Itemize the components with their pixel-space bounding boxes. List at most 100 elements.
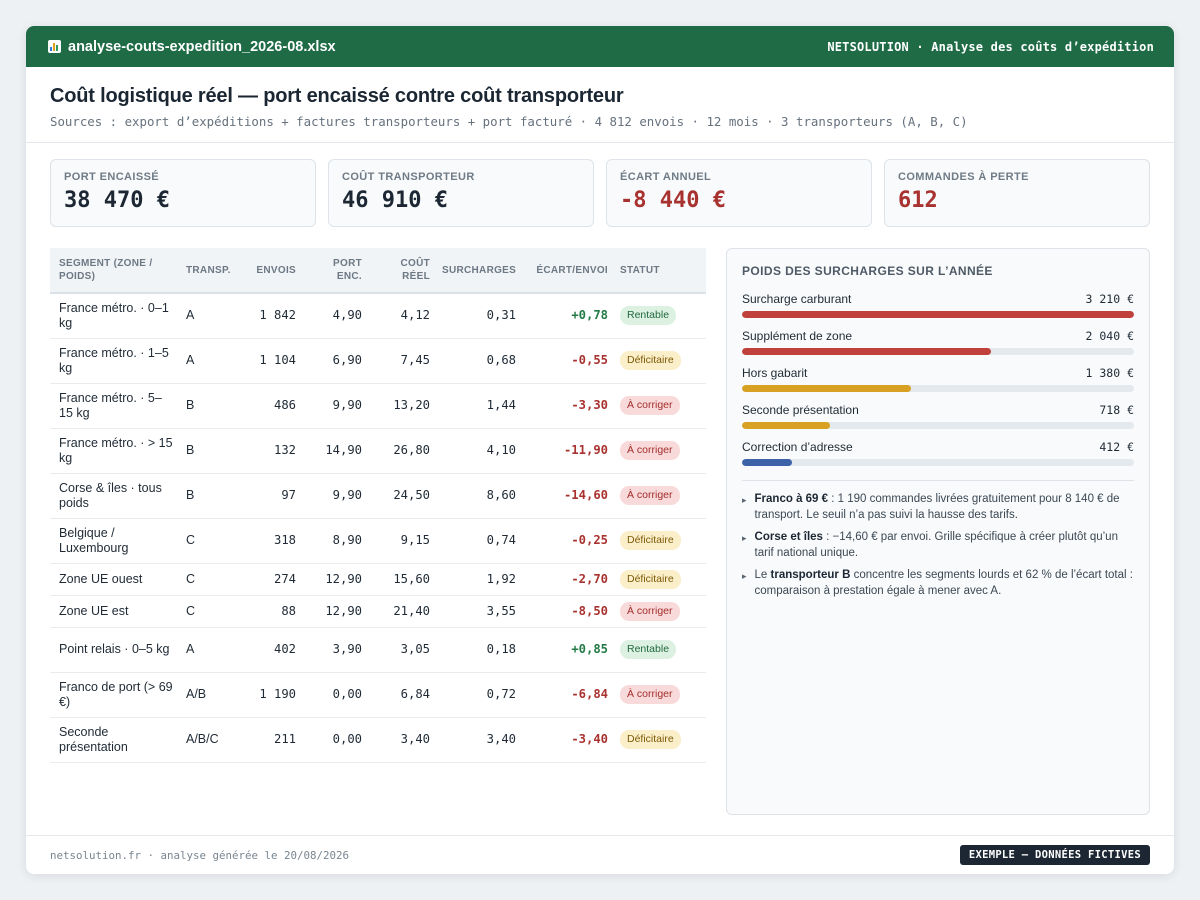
table-row[interactable]: France métro. · 5–15 kg B 486 9,90 13,20 1,44… bbox=[50, 383, 706, 429]
shipments-cell: 1 190 bbox=[240, 672, 302, 718]
insight-notes: ▸ Franco à 69 € : 1 190 commandes livrées… bbox=[742, 491, 1134, 599]
surcharge-bar-track bbox=[742, 459, 1134, 466]
bullet-arrow-icon: ▸ bbox=[742, 495, 747, 505]
table-row[interactable]: Seconde présentation A/B/C 211 0,00 3,40 3,40… bbox=[50, 717, 706, 763]
sample-data-badge: EXEMPLE — DONNÉES FICTIVES bbox=[959, 845, 1150, 865]
column-header[interactable]: TRANSP. bbox=[180, 248, 240, 294]
table-header-row: SEGMENT (ZONE / POIDS) TRANSP. ENVOIS PO… bbox=[50, 248, 706, 294]
carrier-cell: B bbox=[180, 428, 240, 474]
real-cost-cell: 21,40 bbox=[368, 595, 436, 628]
segment-cell: Belgique / Luxembourg bbox=[50, 518, 180, 564]
table-row[interactable]: Corse & îles · tous poids B 97 9,90 24,50 8,6… bbox=[50, 473, 706, 519]
gap-cell: -14,60 bbox=[522, 473, 614, 519]
surcharges-panel: POIDS DES SURCHARGES SUR L’ANNÉE Surchar… bbox=[726, 248, 1150, 815]
real-cost-cell: 13,20 bbox=[368, 383, 436, 429]
surcharge-bars: Surcharge carburant 3 210 € Supplément de … bbox=[742, 292, 1134, 466]
real-cost-cell: 24,50 bbox=[368, 473, 436, 519]
table-row[interactable]: Zone UE ouest C 274 12,90 15,60 1,92 -2,70 Défi… bbox=[50, 563, 706, 596]
real-cost-cell: 6,84 bbox=[368, 672, 436, 718]
status-badge: Déficitaire bbox=[620, 569, 681, 589]
real-cost-cell: 3,05 bbox=[368, 627, 436, 673]
table-row[interactable]: Belgique / Luxembourg C 318 8,90 9,15 0,74 -0,… bbox=[50, 518, 706, 564]
carrier-cell: B bbox=[180, 473, 240, 519]
real-cost-cell: 4,12 bbox=[368, 293, 436, 339]
table-row[interactable]: Franco de port (> 69 €) A/B 1 190 0,00 6,84 0… bbox=[50, 672, 706, 718]
column-header[interactable]: ENVOIS bbox=[240, 248, 302, 294]
status-badge: À corriger bbox=[620, 486, 680, 505]
surcharge-bar-fill bbox=[742, 348, 992, 355]
note-text: Franco à 69 € : 1 190 commandes livrées … bbox=[755, 491, 1134, 523]
gap-cell: +0,85 bbox=[522, 627, 614, 673]
shipments-cell: 274 bbox=[240, 563, 302, 596]
column-header[interactable]: SEGMENT (ZONE / POIDS) bbox=[50, 248, 180, 294]
surcharge-row: Correction d’adresse 412 € bbox=[742, 440, 1134, 466]
surcharge-bar-fill bbox=[742, 385, 911, 392]
title-bar: analyse-couts-expedition_2026-08.xlsx NE… bbox=[26, 26, 1174, 67]
kpi-row: PORT ENCAISSÉ 38 470 € COÛT TRANSPORTEUR… bbox=[50, 159, 1150, 227]
surcharges-cell: 8,60 bbox=[436, 473, 522, 519]
status-badge: Rentable bbox=[620, 640, 677, 659]
surcharge-label: Surcharge carburant bbox=[742, 292, 852, 306]
insight-note: ▸ Corse et îles : −14,60 € par envoi. Gri… bbox=[742, 529, 1134, 561]
surcharges-cell: 4,10 bbox=[436, 428, 522, 474]
column-header[interactable]: PORT ENC. bbox=[302, 248, 368, 294]
carrier-cell: A bbox=[180, 627, 240, 673]
table-row[interactable]: France métro. · > 15 kg B 132 14,90 26,80 4,1… bbox=[50, 428, 706, 474]
real-cost-cell: 26,80 bbox=[368, 428, 436, 474]
kpi-label: COMMANDES À PERTE bbox=[898, 171, 1029, 183]
status-cell: Rentable bbox=[614, 627, 706, 673]
surcharge-label: Supplément de zone bbox=[742, 329, 853, 343]
segment-cell: Corse & îles · tous poids bbox=[50, 473, 180, 519]
note-text: Le transporteur B concentre les segments… bbox=[755, 567, 1134, 599]
status-cell: À corriger bbox=[614, 473, 706, 519]
bullet-arrow-icon: ▸ bbox=[742, 533, 747, 543]
gap-cell: -3,40 bbox=[522, 717, 614, 763]
table-row[interactable]: Zone UE est C 88 12,90 21,40 3,55 -8,50 À corri… bbox=[50, 595, 706, 628]
status-cell: Déficitaire bbox=[614, 338, 706, 384]
gap-cell: -0,55 bbox=[522, 338, 614, 384]
page-header: Coût logistique réel — port encaissé con… bbox=[26, 67, 1174, 143]
surcharge-amount: 412 € bbox=[1099, 440, 1134, 454]
status-badge: À corriger bbox=[620, 601, 680, 621]
surcharges-cell: 0,68 bbox=[436, 338, 522, 384]
kpi-value: 46 910 € bbox=[342, 188, 448, 213]
gap-cell: -3,30 bbox=[522, 383, 614, 429]
port-cell: 12,90 bbox=[302, 563, 368, 596]
segment-cell: Point relais · 0–5 kg bbox=[50, 627, 180, 673]
surcharge-label: Seconde présentation bbox=[742, 403, 859, 417]
bullet-arrow-icon: ▸ bbox=[742, 571, 747, 581]
port-cell: 4,90 bbox=[302, 293, 368, 339]
segment-cell: Zone UE ouest bbox=[50, 563, 180, 596]
column-header[interactable]: COÛT RÉEL bbox=[368, 248, 436, 294]
segment-cell: France métro. · 0–1 kg bbox=[50, 293, 180, 339]
kpi-label: ÉCART ANNUEL bbox=[620, 171, 712, 183]
segment-cell: Zone UE est bbox=[50, 595, 180, 628]
port-cell: 9,90 bbox=[302, 473, 368, 519]
column-header[interactable]: SURCHARGES bbox=[436, 248, 522, 294]
kpi-label: COÛT TRANSPORTEUR bbox=[342, 171, 475, 183]
real-cost-cell: 7,45 bbox=[368, 338, 436, 384]
port-cell: 14,90 bbox=[302, 428, 368, 474]
table-body: France métro. · 0–1 kg A 1 842 4,90 4,12 0,31… bbox=[50, 293, 706, 763]
segment-cell: France métro. · > 15 kg bbox=[50, 428, 180, 474]
footer: netsolution.fr · analyse générée le 20/0… bbox=[26, 835, 1174, 874]
table-row[interactable]: France métro. · 0–1 kg A 1 842 4,90 4,12 0,31… bbox=[50, 293, 706, 339]
column-header[interactable]: ÉCART/ENVOI bbox=[522, 248, 614, 294]
segment-cell: France métro. · 1–5 kg bbox=[50, 338, 180, 384]
surcharge-bar-fill bbox=[742, 422, 830, 429]
carrier-cell: C bbox=[180, 518, 240, 564]
status-badge: Déficitaire bbox=[620, 531, 681, 550]
table-row[interactable]: Point relais · 0–5 kg A 402 3,90 3,05 0,18 +0,… bbox=[50, 627, 706, 673]
page-subtitle: Sources : export d’expéditions + facture… bbox=[50, 114, 968, 129]
column-header[interactable]: STATUT bbox=[614, 248, 706, 294]
shipments-cell: 1 104 bbox=[240, 338, 302, 384]
table-row[interactable]: France métro. · 1–5 kg A 1 104 6,90 7,45 0,68… bbox=[50, 338, 706, 384]
shipments-cell: 97 bbox=[240, 473, 302, 519]
port-cell: 8,90 bbox=[302, 518, 368, 564]
insight-note: ▸ Franco à 69 € : 1 190 commandes livrées… bbox=[742, 491, 1134, 523]
port-cell: 12,90 bbox=[302, 595, 368, 628]
status-cell: À corriger bbox=[614, 595, 706, 628]
surcharge-row: Supplément de zone 2 040 € bbox=[742, 329, 1134, 355]
shipments-cell: 486 bbox=[240, 383, 302, 429]
status-cell: À corriger bbox=[614, 383, 706, 429]
